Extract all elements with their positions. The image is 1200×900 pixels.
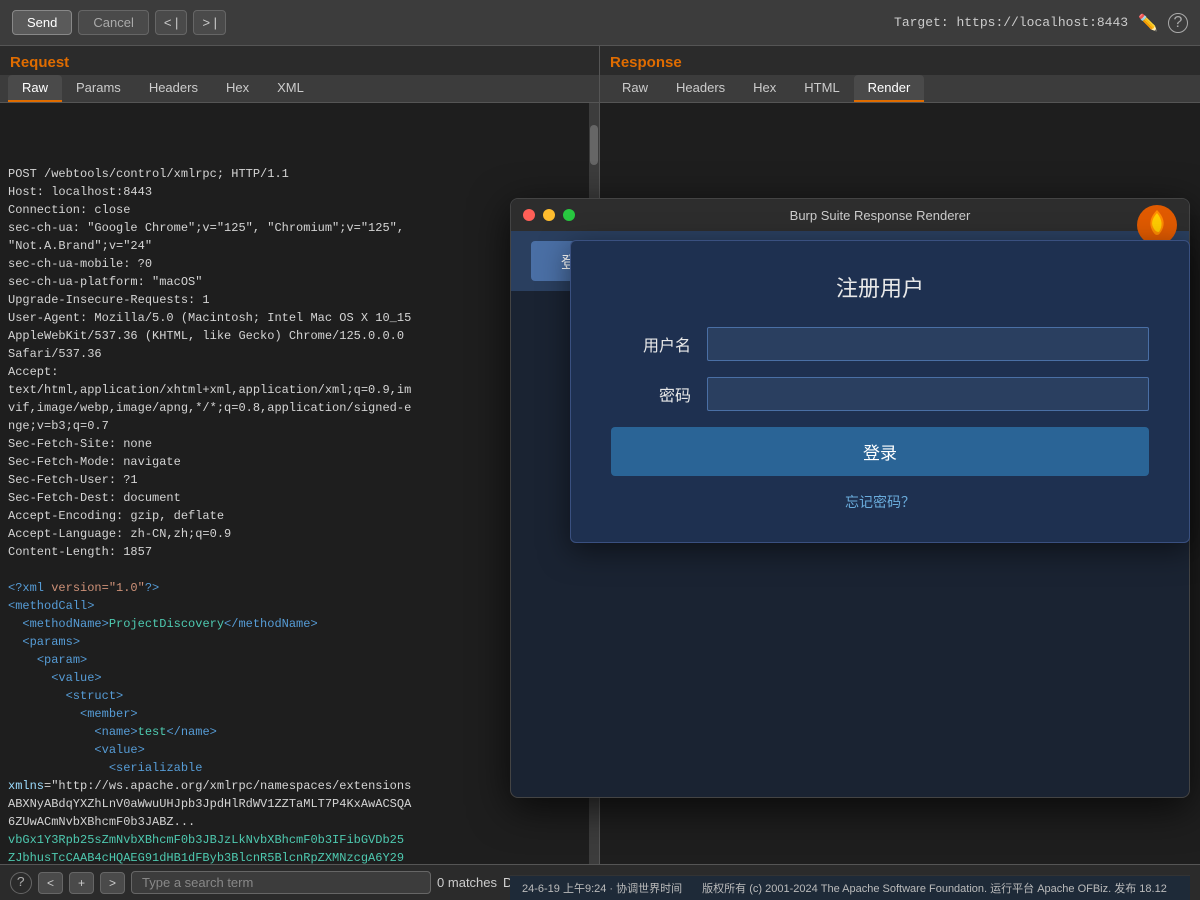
top-toolbar: Send Cancel < | > | Target: https://loca… xyxy=(0,0,1200,46)
prev-match-button[interactable]: < xyxy=(38,872,63,894)
register-title: 注册用户 xyxy=(611,271,1149,303)
close-button[interactable] xyxy=(523,209,535,221)
nav-fwd-button[interactable]: > | xyxy=(193,10,226,35)
forgot-password-link[interactable]: 忘记密码？ xyxy=(611,492,1149,512)
renderer-status: 24-6-19 上午9:24 · 协调世界时间 版权所有 (c) 2001-20… xyxy=(510,875,1190,900)
tab-params[interactable]: Params xyxy=(62,75,135,102)
tab-xml[interactable]: XML xyxy=(263,75,318,102)
request-tab-bar: Raw Params Headers Hex XML xyxy=(0,75,599,103)
renderer-datetime: 24-6-19 上午9:24 · 协调世界时间 xyxy=(522,880,682,896)
password-row: 密码 xyxy=(611,377,1149,411)
password-label: 密码 xyxy=(611,382,691,406)
tab-response-headers[interactable]: Headers xyxy=(662,75,739,102)
response-tab-bar: Raw Headers Hex HTML Render xyxy=(600,75,1200,103)
edit-icon[interactable]: ✏️ xyxy=(1138,13,1158,33)
tab-response-raw[interactable]: Raw xyxy=(608,75,662,102)
toolbar-right: Target: https://localhost:8443 ✏️ ? xyxy=(894,13,1188,33)
password-input[interactable] xyxy=(707,377,1149,411)
matches-label: 0 matches xyxy=(437,875,497,890)
burp-logo xyxy=(1137,205,1177,245)
dialog-login-button[interactable]: 登录 xyxy=(611,427,1149,476)
next-match-button[interactable]: > xyxy=(100,872,125,894)
renderer-titlebar: Burp Suite Response Renderer xyxy=(511,199,1189,231)
add-button[interactable]: + xyxy=(69,872,94,894)
renderer-title: Burp Suite Response Renderer xyxy=(583,208,1177,223)
tab-hex[interactable]: Hex xyxy=(212,75,263,102)
tab-response-hex[interactable]: Hex xyxy=(739,75,790,102)
renderer-copyright: 版权所有 (c) 2001-2024 The Apache Software F… xyxy=(702,880,1167,896)
username-input[interactable] xyxy=(707,327,1149,361)
cancel-button[interactable]: Cancel xyxy=(78,10,148,35)
tab-raw[interactable]: Raw xyxy=(8,75,62,102)
minimize-button[interactable] xyxy=(543,209,555,221)
username-label: 用户名 xyxy=(611,332,691,356)
help-icon[interactable]: ? xyxy=(1168,13,1188,33)
help-bottom-icon[interactable]: ? xyxy=(10,872,32,894)
username-row: 用户名 xyxy=(611,327,1149,361)
nav-back-button[interactable]: < | xyxy=(155,10,188,35)
toolbar-left: Send Cancel < | > | xyxy=(12,10,226,35)
register-dialog: 注册用户 用户名 密码 登录 忘记密码？ xyxy=(570,240,1190,543)
target-label: Target: https://localhost:8443 xyxy=(894,15,1128,30)
request-title: Request xyxy=(0,46,599,75)
search-input[interactable] xyxy=(131,871,431,894)
tab-response-html[interactable]: HTML xyxy=(790,75,853,102)
scrollbar-thumb xyxy=(590,125,598,165)
request-content: POST /webtools/control/xmlrpc; HTTP/1.1 … xyxy=(8,147,591,864)
tab-response-render[interactable]: Render xyxy=(854,75,925,102)
response-title: Response xyxy=(600,46,1200,75)
send-button[interactable]: Send xyxy=(12,10,72,35)
tab-headers[interactable]: Headers xyxy=(135,75,212,102)
maximize-button[interactable] xyxy=(563,209,575,221)
